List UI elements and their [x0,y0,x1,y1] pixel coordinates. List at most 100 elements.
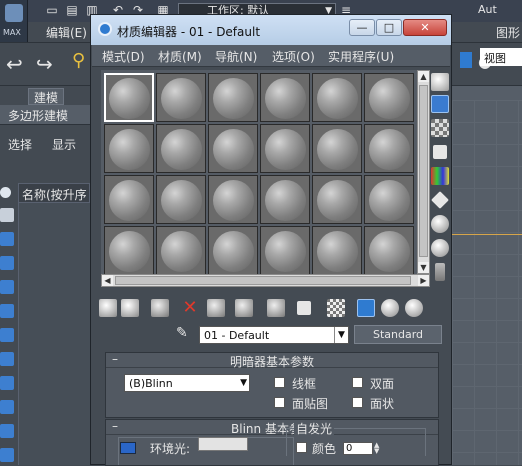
sample-slot[interactable] [364,124,414,173]
viewport-label[interactable]: 视图 [480,48,522,66]
self-illum-value-input[interactable]: 0 [343,442,373,455]
sample-slot[interactable] [364,73,414,122]
ambient-lock-swatch[interactable] [120,442,136,454]
tab-modeling[interactable]: 建模 [28,88,64,105]
sample-slot[interactable] [156,226,206,275]
sample-slot[interactable] [312,226,362,275]
display-spacewarps-icon[interactable] [0,328,14,342]
sample-slot[interactable] [104,226,154,275]
sample-slot[interactable] [104,73,154,122]
shader-type-dropdown[interactable]: (B)Blinn ▼ [124,374,250,392]
make-unique-icon[interactable] [235,299,253,317]
video-color-check-icon[interactable] [431,167,449,185]
tab-display[interactable]: 显示 [52,136,76,153]
display-lights-icon[interactable] [0,256,14,270]
snap-toggle-icon[interactable] [460,52,472,68]
minimize-button[interactable]: — [349,19,375,36]
material-editor-title-bar[interactable]: 材质编辑器 - 01 - Default — □ ✕ [91,15,451,45]
scene-list-header[interactable]: 名称(按升序 [18,183,90,203]
scroll-down-icon[interactable]: ▼ [418,262,429,273]
assign-to-selection-icon[interactable] [151,299,169,317]
undo-icon[interactable]: ↩ [6,52,23,76]
display-helpers-icon[interactable] [0,304,14,318]
new-file-icon[interactable]: ▭ [44,3,60,18]
display-shapes-icon[interactable] [0,232,14,246]
backlight-icon[interactable] [431,95,449,113]
face-map-checkbox[interactable] [274,397,285,408]
material-map-navigator-icon[interactable] [435,263,445,281]
go-to-parent-icon[interactable] [381,299,399,317]
copy-material-icon[interactable] [207,299,225,317]
sample-slot[interactable] [156,73,206,122]
link-icon[interactable]: ⚲ [72,50,85,71]
sample-slot[interactable] [260,175,310,224]
sample-slot[interactable] [364,175,414,224]
scroll-left-icon[interactable]: ◀ [102,275,113,286]
show-end-result-icon[interactable] [357,299,375,317]
display-groups-icon[interactable] [0,352,14,366]
tab-select[interactable]: 选择 [8,136,32,153]
menu-material[interactable]: 材质(M) [158,48,202,65]
slots-vertical-scrollbar[interactable]: ▲ ▼ [417,70,430,274]
sample-type-icon[interactable] [431,73,449,91]
background-icon[interactable] [431,119,449,137]
sample-slot[interactable] [208,226,258,275]
material-type-button[interactable]: Standard [354,325,442,344]
menu-options[interactable]: 选项(O) [272,48,315,65]
eyedropper-icon[interactable]: ✎ [176,325,192,343]
material-id-channel-icon[interactable] [297,301,311,315]
display-frozen-icon[interactable] [0,448,14,462]
sample-slot[interactable] [312,175,362,224]
scene-list[interactable] [18,203,90,465]
display-bones-icon[interactable] [0,400,14,414]
slots-horizontal-scrollbar[interactable]: ◀ ▶ [101,274,430,287]
app-logo[interactable]: MAX [0,0,28,42]
sample-slot[interactable] [260,226,310,275]
display-xrefs-icon[interactable] [0,376,14,390]
open-file-icon[interactable]: ▤ [64,3,80,18]
menu-graph[interactable]: 图形 [496,24,520,41]
options-icon[interactable] [431,215,449,233]
polygon-modeling-bar[interactable]: 多边形建模 [0,105,90,125]
sample-slot[interactable] [156,124,206,173]
sample-slot[interactable] [104,124,154,173]
spinner-arrows-icon[interactable]: ▲ ▼ [374,442,382,455]
show-shaded-map-icon[interactable] [327,299,345,317]
put-to-library-icon[interactable] [267,299,285,317]
sample-slot[interactable] [208,175,258,224]
display-geometry-icon[interactable] [0,208,14,222]
scene-filter-icon[interactable] [0,187,11,198]
scroll-right-icon[interactable]: ▶ [418,275,429,286]
two-sided-checkbox[interactable] [352,377,363,388]
close-button[interactable]: ✕ [403,19,447,36]
scroll-up-icon[interactable]: ▲ [418,71,429,82]
menu-mode[interactable]: 模式(D) [102,48,145,65]
menu-navigation[interactable]: 导航(N) [215,48,257,65]
sample-slot[interactable] [312,73,362,122]
chevron-down-icon[interactable]: ▼ [334,327,348,343]
select-by-material-icon[interactable] [431,239,449,257]
menu-utilities[interactable]: 实用程序(U) [328,48,394,65]
sample-slot[interactable] [312,124,362,173]
faceted-checkbox[interactable] [352,397,363,408]
menu-edit[interactable]: 编辑(E) [46,24,87,41]
display-cameras-icon[interactable] [0,280,14,294]
material-name-field[interactable]: 01 - Default ▼ [199,326,349,344]
put-to-scene-icon[interactable] [121,299,139,317]
sample-slot[interactable] [156,175,206,224]
sample-slot[interactable] [208,124,258,173]
self-illum-color-checkbox[interactable] [296,442,307,453]
go-forward-sibling-icon[interactable] [405,299,423,317]
sample-uv-tiling-icon[interactable] [433,145,447,159]
scroll-thumb[interactable] [419,85,428,257]
sample-slot[interactable] [364,226,414,275]
rollout-header[interactable]: – 明暗器基本参数 [106,352,438,369]
reset-map-icon[interactable]: ✕ [181,299,199,317]
sample-slot[interactable] [260,124,310,173]
display-containers-icon[interactable] [0,424,14,438]
sample-slot[interactable] [260,73,310,122]
wire-checkbox[interactable] [274,377,285,388]
maximize-button[interactable]: □ [376,19,402,36]
sample-slot[interactable] [208,73,258,122]
ambient-color-swatch[interactable] [198,437,248,451]
